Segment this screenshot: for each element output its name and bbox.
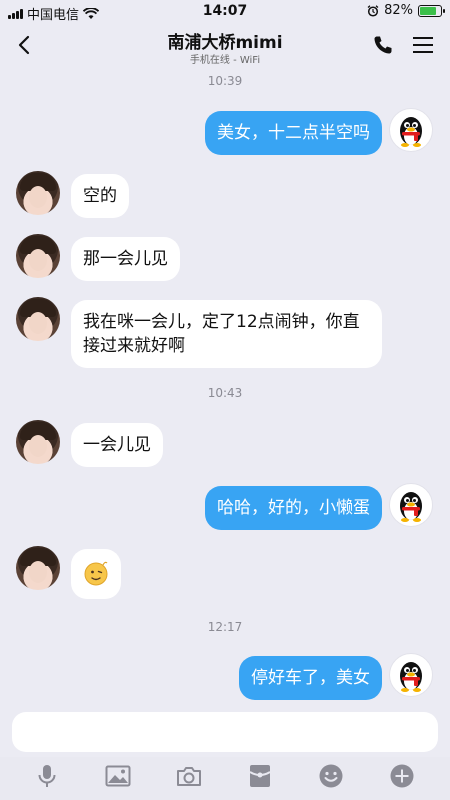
contact-emoji-bubble[interactable] — [71, 549, 121, 599]
message-input[interactable] — [12, 712, 438, 752]
battery-fill — [420, 6, 437, 15]
face-emoji-icon — [84, 561, 108, 586]
my-message-bubble[interactable]: 美女，十二点半空吗 — [205, 111, 382, 155]
contact-message-bubble[interactable]: 我在咪一会儿，定了12点闹钟，你直接过来就好啊 — [71, 300, 382, 368]
my-avatar-penguin-icon[interactable] — [389, 108, 433, 152]
timestamp: 12:17 — [207, 620, 243, 634]
contact-avatar[interactable] — [16, 171, 60, 215]
my-avatar-penguin-icon[interactable] — [389, 653, 433, 697]
timestamp: 10:39 — [207, 74, 243, 88]
phone-icon[interactable] — [372, 34, 394, 56]
camera-icon[interactable] — [176, 763, 202, 789]
input-toolbar — [0, 757, 450, 800]
status-left: 中国电信 — [8, 4, 100, 23]
alarm-icon — [367, 4, 379, 17]
battery-icon — [418, 4, 445, 17]
image-icon[interactable] — [105, 763, 131, 789]
contact-message-bubble[interactable]: 那一会儿见 — [71, 237, 180, 281]
contact-avatar[interactable] — [16, 234, 60, 278]
menu-icon[interactable] — [412, 35, 434, 55]
red-packet-icon[interactable] — [247, 763, 273, 789]
my-message-bubble[interactable]: 停好车了，美女 — [239, 656, 382, 700]
contact-avatar[interactable] — [16, 297, 60, 341]
my-message-bubble[interactable]: 哈哈，好的，小懒蛋 — [205, 486, 382, 530]
microphone-icon[interactable] — [34, 763, 60, 789]
timestamp: 10:43 — [207, 386, 243, 400]
contact-message-bubble[interactable]: 空的 — [71, 174, 129, 218]
contact-avatar[interactable] — [16, 420, 60, 464]
emoji-icon[interactable] — [318, 763, 344, 789]
contact-avatar[interactable] — [16, 546, 60, 590]
carrier-label: 中国电信 — [27, 8, 80, 23]
status-right: 82% — [367, 3, 445, 18]
contact-message-bubble[interactable]: 一会儿见 — [71, 423, 163, 467]
signal-icon — [8, 8, 23, 19]
battery-percent: 82% — [384, 3, 413, 18]
status-bar: 中国电信 14:07 82% — [0, 0, 450, 23]
wifi-icon — [83, 7, 100, 19]
plus-icon[interactable] — [389, 763, 415, 789]
my-avatar-penguin-icon[interactable] — [389, 483, 433, 527]
nav-bar: 南浦大桥mimi 手机在线 - WiFi — [0, 24, 450, 68]
